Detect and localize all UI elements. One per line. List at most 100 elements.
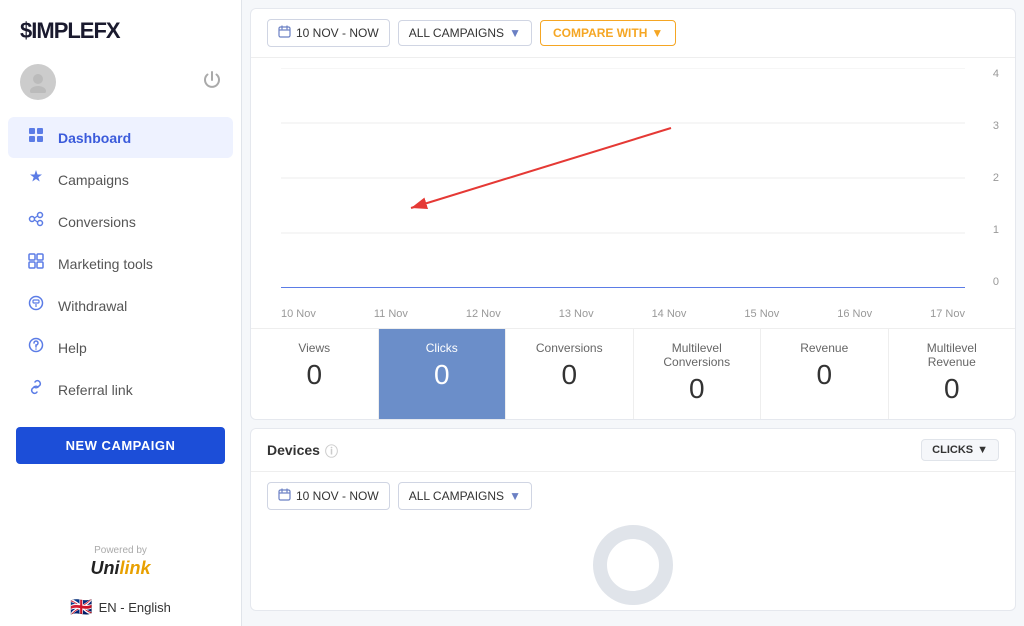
stat-clicks-value: 0 (387, 359, 498, 391)
chart-y-labels: 4 3 2 1 0 (993, 68, 999, 288)
stat-multilevel-revenue-value: 0 (897, 373, 1008, 405)
powered-by-label: Powered by (10, 545, 231, 556)
devices-campaigns-filter-button[interactable]: ALL CAMPAIGNS ▼ (398, 482, 532, 510)
devices-title-label: Devices (267, 442, 320, 458)
stats-row: Views 0 Clicks 0 Conversions 0 Multileve… (251, 328, 1015, 419)
donut-chart (593, 525, 673, 605)
stat-views-label: Views (259, 341, 370, 355)
marketing-tools-label: Marketing tools (58, 256, 153, 272)
stat-conversions-value: 0 (514, 359, 625, 391)
compare-dropdown-icon: ▼ (651, 26, 663, 40)
x-label-17nov: 17 Nov (930, 308, 965, 320)
devices-section: Devices ⓘ CLICKS ▼ 10 NOV - NOW (250, 428, 1016, 611)
campaigns-icon (28, 169, 48, 190)
devices-date-range-label: 10 NOV - NOW (296, 489, 379, 503)
stat-clicks-label: Clicks (387, 341, 498, 355)
dashboard-label: Dashboard (58, 130, 131, 146)
marketing-tools-icon (28, 253, 48, 274)
devices-chart-area (251, 520, 1015, 610)
devices-campaigns-label: ALL CAMPAIGNS (409, 489, 504, 503)
compare-button[interactable]: COMPARE WITH ▼ (540, 20, 676, 46)
stat-conversions[interactable]: Conversions 0 (506, 329, 634, 419)
stat-views[interactable]: Views 0 (251, 329, 379, 419)
campaigns-filter-label: ALL CAMPAIGNS (409, 26, 504, 40)
stat-revenue-value: 0 (769, 359, 880, 391)
devices-header: Devices ⓘ CLICKS ▼ (251, 429, 1015, 472)
sidebar: $IMPLEFX Dashboard (0, 0, 242, 626)
power-icon[interactable] (203, 71, 221, 94)
language-selector[interactable]: 🇬🇧 EN - English (0, 589, 241, 626)
campaigns-label: Campaigns (58, 172, 129, 188)
y-label-0: 0 (993, 276, 999, 288)
sidebar-item-help[interactable]: Help (8, 327, 233, 368)
stat-conversions-label: Conversions (514, 341, 625, 355)
referral-link-icon (28, 379, 48, 400)
sidebar-item-marketing-tools[interactable]: Marketing tools (8, 243, 233, 284)
logo: $IMPLEFX (0, 0, 241, 56)
clicks-badge[interactable]: CLICKS ▼ (921, 439, 999, 461)
devices-calendar-icon (278, 488, 291, 504)
help-icon (28, 337, 48, 358)
x-label-14nov: 14 Nov (652, 308, 687, 320)
x-label-11nov: 11 Nov (374, 308, 408, 320)
campaigns-dropdown-icon: ▼ (509, 26, 521, 40)
stat-multilevel-conversions-label: MultilevelConversions (642, 341, 753, 369)
y-label-2: 2 (993, 172, 999, 184)
y-label-3: 3 (993, 120, 999, 132)
sidebar-item-dashboard[interactable]: Dashboard (8, 117, 233, 158)
stat-revenue[interactable]: Revenue 0 (761, 329, 889, 419)
user-row (0, 56, 241, 116)
logo-text: $IMPLEFX (20, 18, 120, 43)
devices-info-icon: ⓘ (325, 441, 338, 460)
stat-multilevel-conversions-value: 0 (642, 373, 753, 405)
withdrawal-icon (28, 295, 48, 316)
chart-toolbar: 10 NOV - NOW ALL CAMPAIGNS ▼ COMPARE WIT… (251, 9, 1015, 58)
x-label-15nov: 15 Nov (744, 308, 779, 320)
chart-svg (281, 68, 965, 288)
withdrawal-label: Withdrawal (58, 298, 127, 314)
y-label-1: 1 (993, 224, 999, 236)
chart-section: 10 NOV - NOW ALL CAMPAIGNS ▼ COMPARE WIT… (250, 8, 1016, 420)
lang-label: EN - English (99, 600, 171, 615)
main-content: 10 NOV - NOW ALL CAMPAIGNS ▼ COMPARE WIT… (242, 0, 1024, 626)
calendar-icon (278, 25, 291, 41)
y-label-4: 4 (993, 68, 999, 80)
stat-views-value: 0 (259, 359, 370, 391)
clicks-badge-label: CLICKS (932, 444, 973, 456)
x-label-12nov: 12 Nov (466, 308, 501, 320)
stat-multilevel-revenue-label: MultilevelRevenue (897, 341, 1008, 369)
devices-date-range-button[interactable]: 10 NOV - NOW (267, 482, 390, 510)
devices-toolbar: 10 NOV - NOW ALL CAMPAIGNS ▼ (251, 472, 1015, 520)
avatar (20, 64, 56, 100)
x-label-13nov: 13 Nov (559, 308, 594, 320)
stat-multilevel-revenue[interactable]: MultilevelRevenue 0 (889, 329, 1016, 419)
devices-campaigns-dropdown-icon: ▼ (509, 489, 521, 503)
help-label: Help (58, 340, 87, 356)
flag-icon: 🇬🇧 (70, 597, 92, 618)
stat-multilevel-conversions[interactable]: MultilevelConversions 0 (634, 329, 762, 419)
chart-area: 4 3 2 1 0 (251, 58, 1015, 328)
sidebar-item-withdrawal[interactable]: Withdrawal (8, 285, 233, 326)
sidebar-item-conversions[interactable]: Conversions (8, 201, 233, 242)
sidebar-item-campaigns[interactable]: Campaigns (8, 159, 233, 200)
date-range-label: 10 NOV - NOW (296, 26, 379, 40)
dashboard-icon (28, 127, 48, 148)
powered-by: Powered by Unilink (0, 535, 241, 589)
clicks-badge-dropdown-icon: ▼ (977, 444, 988, 456)
compare-label: COMPARE WITH (553, 26, 647, 40)
stat-clicks[interactable]: Clicks 0 (379, 329, 507, 419)
unilink-logo: Unilink (10, 558, 231, 579)
x-label-10nov: 10 Nov (281, 308, 316, 320)
sidebar-item-referral-link[interactable]: Referral link (8, 369, 233, 410)
new-campaign-button[interactable]: NEW CAMPAIGN (16, 427, 225, 464)
conversions-icon (28, 211, 48, 232)
x-label-16nov: 16 Nov (837, 308, 872, 320)
referral-link-label: Referral link (58, 382, 133, 398)
date-range-button[interactable]: 10 NOV - NOW (267, 19, 390, 47)
devices-title: Devices ⓘ (267, 441, 338, 460)
chart-x-labels: 10 Nov 11 Nov 12 Nov 13 Nov 14 Nov 15 No… (281, 308, 965, 320)
conversions-label: Conversions (58, 214, 136, 230)
campaigns-filter-button[interactable]: ALL CAMPAIGNS ▼ (398, 20, 532, 46)
sidebar-nav: Dashboard Campaigns Conversions (0, 116, 241, 411)
stat-revenue-label: Revenue (769, 341, 880, 355)
